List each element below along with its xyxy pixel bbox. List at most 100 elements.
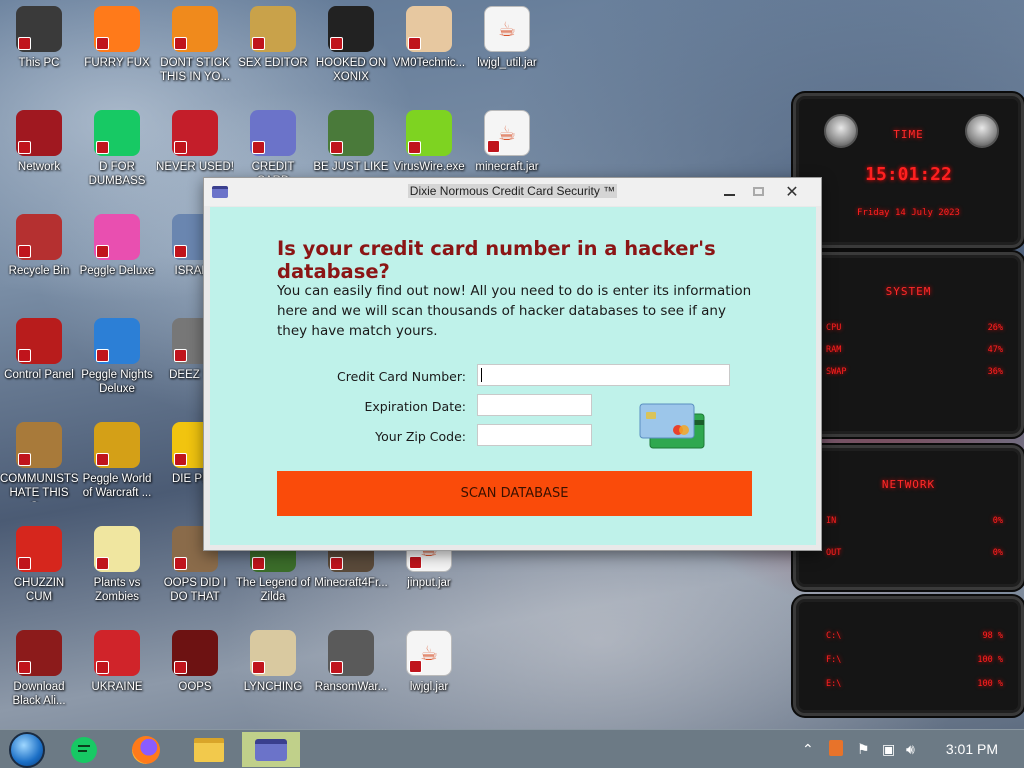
green-chat-icon — [94, 110, 140, 156]
desktop-icon[interactable]: SEX EDITOR — [234, 6, 312, 102]
desktop-icon[interactable]: HOOKED ON XONIX — [312, 6, 390, 102]
desktop-icon[interactable]: OOPS — [156, 630, 234, 726]
taskbar-firefox[interactable] — [124, 732, 168, 767]
desktop-icon[interactable]: Recycle Bin — [0, 214, 78, 310]
desktop-icon-label: CHUZZIN CUM — [13, 577, 65, 603]
minimize-icon — [723, 194, 735, 196]
desktop-icon-label: Peggle World of Warcraft ... — [82, 473, 152, 499]
desktop-icon-label: RansomWar... — [314, 681, 388, 693]
desktop-icon-label: Network — [17, 161, 61, 173]
desktop-icon-label: Download Black Ali... — [12, 681, 66, 707]
desktop-icon-label: D FOR DUMBASS — [88, 161, 146, 187]
net-in-value: 0% — [992, 516, 1003, 526]
net-out-value: 0% — [992, 548, 1003, 558]
desktop-icon[interactable]: VM0Technic... — [390, 6, 468, 102]
desktop-icon-label: VM0Technic... — [392, 57, 466, 69]
green-chat-icon — [71, 736, 97, 763]
ram-label: RAM — [826, 345, 842, 355]
taskbar: ⌃ ⚑ ▣ 🔊︎ 3:01 PM — [0, 729, 1024, 768]
card-number-label: Credit Card Number: — [337, 369, 466, 384]
desktop-icon[interactable]: Peggle Deluxe — [78, 214, 156, 310]
desktop-icon[interactable]: ☕ lwjgl.jar — [390, 630, 468, 726]
java-icon: ☕ — [406, 630, 452, 676]
taskbar-chat-app[interactable] — [62, 732, 106, 767]
desktop-icon[interactable]: D FOR DUMBASS — [78, 110, 156, 206]
start-orb-icon — [9, 731, 45, 768]
volume-icon[interactable]: 🔊︎ — [906, 742, 915, 758]
swap-value: 36% — [987, 367, 1003, 377]
recycle-bin-icon — [16, 214, 62, 260]
desktop-icon-label: lwjgl.jar — [409, 681, 449, 693]
maximize-icon — [752, 186, 764, 196]
widget-clock: 15:01:22 — [865, 164, 952, 185]
window-content: Is your credit card number in a hacker's… — [210, 207, 816, 545]
desktop-icon-label: DONT STICK THIS IN YO... — [159, 57, 231, 83]
desktop-icon-label: lwjgl_util.jar — [477, 57, 537, 69]
minimize-button[interactable] — [715, 180, 743, 202]
desktop-icon-label: BE JUST LIKE — [313, 161, 389, 173]
system-widget: SYSTEM CPU 26% RAM 47% SWAP 36% — [793, 252, 1024, 437]
tray-app-icon[interactable] — [829, 740, 843, 756]
swap-row: SWAP 36% — [826, 367, 1003, 379]
widget-date: Friday 14 July 2023 — [857, 208, 960, 218]
desktop-icon[interactable]: DONT STICK THIS IN YO... — [156, 6, 234, 102]
window-titlebar[interactable]: Dixie Normous Credit Card Security ™ ✕ — [204, 178, 821, 206]
maximize-button[interactable] — [744, 180, 772, 202]
chuzzle-icon — [16, 526, 62, 572]
radiation-icon — [94, 630, 140, 676]
desktop-icon-label: COMMUNISTS HATE THIS G... — [0, 473, 78, 502]
desktop-icon[interactable]: FURRY FUX — [78, 6, 156, 102]
desktop-icon[interactable]: Network — [0, 110, 78, 206]
desktop-icon-label: OOPS — [178, 681, 212, 693]
desktop-icon[interactable]: Plants vs Zombies — [78, 526, 156, 622]
desktop-icon-label: VirusWire.exe — [393, 161, 465, 173]
drive-c-value: 98 % — [982, 631, 1003, 641]
control-panel-icon — [16, 318, 62, 364]
drives-widget: C:\ 98 % F:\ 100 % E:\ 100 % — [793, 596, 1024, 716]
desktop-icon-label: LYNCHING — [243, 681, 303, 693]
expiration-date-input[interactable] — [477, 394, 592, 416]
taskbar-file-explorer[interactable] — [187, 732, 231, 767]
desktop-icon[interactable]: RansomWar... — [312, 630, 390, 726]
desktop-icon[interactable]: Peggle Nights Deluxe — [78, 318, 156, 414]
cpu-row: CPU 26% — [826, 323, 1003, 335]
vlc-cone-icon — [172, 6, 218, 52]
scan-database-button[interactable]: SCAN DATABASE — [277, 471, 752, 516]
desktop-icon[interactable]: ☕ lwjgl_util.jar — [468, 6, 546, 102]
desktop-icon[interactable]: COMMUNISTS HATE THIS G... — [0, 422, 78, 518]
network-tray-icon[interactable]: ▣ — [882, 742, 895, 758]
net-in-label: IN — [826, 516, 837, 526]
chevron-up-icon[interactable]: ⌃ — [802, 742, 814, 758]
taskbar-credit-card-app[interactable] — [242, 732, 300, 767]
net-out-label: OUT — [826, 548, 842, 558]
desktop-icon-label: This PC — [18, 57, 60, 69]
zip-code-input[interactable] — [477, 424, 592, 446]
desktop-icon-label: FURRY FUX — [84, 57, 150, 69]
money-bag-icon — [16, 422, 62, 468]
desktop-icon[interactable]: Peggle World of Warcraft ... — [78, 422, 156, 518]
drive-e-row: E:\ 100 % — [826, 679, 1003, 691]
desktop-icon[interactable]: LYNCHING — [234, 630, 312, 726]
swap-label: SWAP — [826, 367, 847, 377]
close-icon: ✕ — [785, 181, 799, 201]
desktop-icon[interactable]: CHUZZIN CUM — [0, 526, 78, 622]
credit-card-icon — [255, 738, 287, 761]
drive-e-value: 100 % — [977, 679, 1003, 689]
desktop-icon-label: Peggle Nights Deluxe — [81, 369, 153, 395]
desktop-icon[interactable]: Download Black Ali... — [0, 630, 78, 726]
credit-card-security-window: Dixie Normous Credit Card Security ™ ✕ I… — [203, 177, 822, 551]
network-widget: NETWORK IN 0% OUT 0% — [793, 445, 1024, 590]
firefox-icon — [132, 735, 160, 764]
taskbar-clock[interactable]: 3:01 PM — [946, 741, 998, 757]
desktop-icon[interactable]: Control Panel — [0, 318, 78, 414]
card-number-input[interactable] — [477, 364, 730, 386]
desktop-icon[interactable]: This PC — [0, 6, 78, 102]
zip-code-label: Your Zip Code: — [375, 429, 466, 444]
start-button[interactable] — [5, 731, 49, 768]
desktop-icon-label: OOPS DID I DO THAT — [163, 577, 227, 603]
flag-icon[interactable]: ⚑ — [857, 742, 870, 758]
xonix-game-icon — [328, 6, 374, 52]
close-button[interactable]: ✕ — [778, 180, 806, 202]
desktop-icon-label: The Legend of Zilda — [235, 577, 311, 603]
desktop-icon[interactable]: UKRAINE — [78, 630, 156, 726]
